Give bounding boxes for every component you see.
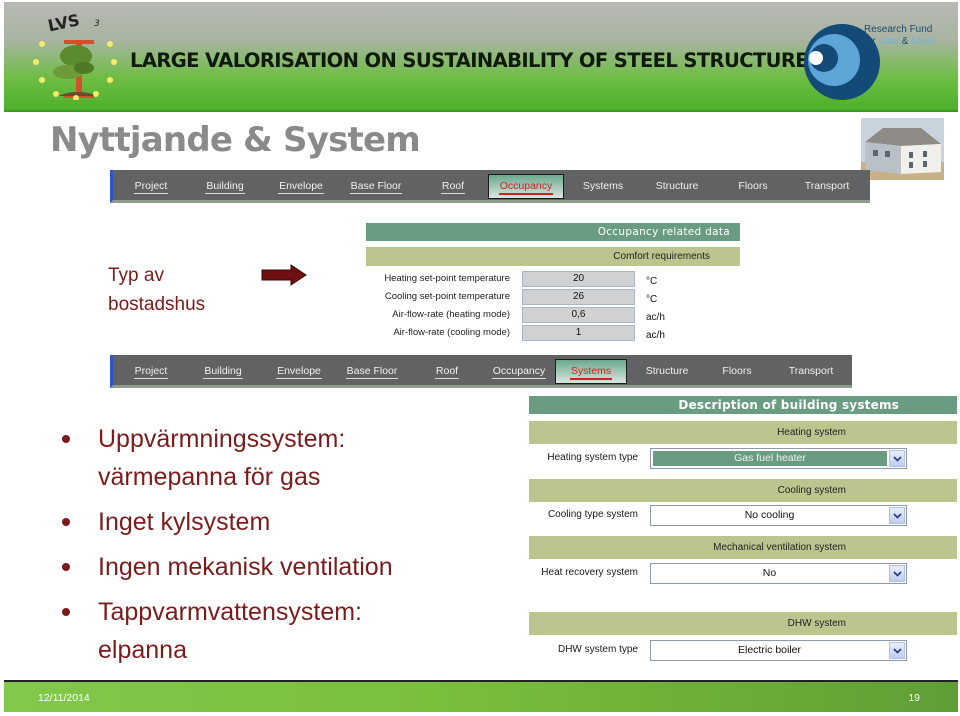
mechanical-ventilation-header: Mechanical ventilation system <box>529 536 957 559</box>
annotation-line2: bostadshus <box>108 294 206 315</box>
occupancy-row: Heating set-point temperature 20 °C <box>370 271 770 287</box>
occupancy-row: Air-flow-rate (cooling mode) 1 ac/h <box>370 325 770 341</box>
tab-structure[interactable]: Structure <box>639 361 695 383</box>
research-fund-label: Research Fund for Coal & Steel <box>864 24 934 48</box>
select-value: No cooling <box>744 509 795 521</box>
tab-project[interactable]: Project <box>129 361 173 383</box>
svg-text:LVS: LVS <box>46 10 81 35</box>
bullet-item: Uppvärmningssystem: värmepanna för gas <box>62 420 502 496</box>
cooling-type-label: Cooling type system <box>547 509 638 520</box>
airflow-cooling-input[interactable]: 1 <box>522 325 635 341</box>
heating-system-type-select[interactable]: Gas fuel heater <box>650 448 907 469</box>
page-number: 19 <box>908 692 920 704</box>
tab-systems[interactable]: Systems <box>579 176 627 198</box>
bullet-icon <box>62 435 70 443</box>
unit-label: ac/h <box>646 330 665 341</box>
tab-systems[interactable]: Systems <box>555 359 627 384</box>
tab-transport[interactable]: Transport <box>799 176 855 198</box>
tab-occupancy[interactable]: Occupancy <box>488 174 564 199</box>
svg-text:3: 3 <box>94 19 100 29</box>
ventilation-row: Heat recovery system No <box>530 562 960 584</box>
tab-floors[interactable]: Floors <box>717 361 757 383</box>
tab-structure[interactable]: Structure <box>649 176 705 198</box>
unit-label: °C <box>646 294 658 305</box>
heating-system-header: Heating system <box>529 421 957 444</box>
occupancy-row: Air-flow-rate (heating mode) 0,6 ac/h <box>370 307 770 323</box>
nav-tabs-bottom: Project Building Envelope Base Floor Roo… <box>110 355 852 388</box>
cooling-setpoint-label: Cooling set-point temperature <box>384 291 510 302</box>
bullet-text: Inget kylsystem <box>98 508 271 536</box>
airflow-heating-label: Air-flow-rate (heating mode) <box>392 309 510 320</box>
bullet-item: Ingen mekanisk ventilation <box>62 548 502 586</box>
tab-base-floor[interactable]: Base Floor <box>341 361 403 383</box>
comfort-requirements-header: Comfort requirements <box>366 247 740 266</box>
select-value: Gas fuel heater <box>653 451 887 466</box>
heat-recovery-select[interactable]: No <box>650 563 907 584</box>
bullet-icon <box>62 563 70 571</box>
cooling-system-row: Cooling type system No cooling <box>530 504 960 526</box>
select-value: Electric boiler <box>737 644 802 656</box>
heating-system-row: Heating system type Gas fuel heater <box>530 447 960 469</box>
tab-envelope[interactable]: Envelope <box>271 361 327 383</box>
tab-envelope[interactable]: Envelope <box>273 176 329 198</box>
bullet-text: Tappvarmvattensystem: elpanna <box>98 598 362 664</box>
bullet-text: Uppvärmningssystem: värmepanna för gas <box>98 425 346 491</box>
tab-roof[interactable]: Roof <box>433 176 473 198</box>
tab-project[interactable]: Project <box>129 176 173 198</box>
chevron-down-icon[interactable] <box>889 642 905 659</box>
nav-tabs-top: Project Building Envelope Base Floor Roo… <box>110 170 870 203</box>
bullet-icon <box>62 518 70 526</box>
dhw-system-type-select[interactable]: Electric boiler <box>650 640 907 661</box>
footer-date: 12/11/2014 <box>38 692 90 704</box>
dwelling-type-annotation: Typ av bostadshus <box>108 261 205 319</box>
cooling-type-select[interactable]: No cooling <box>650 505 907 526</box>
dhw-system-type-label: DHW system type <box>557 644 638 655</box>
dhw-system-header: DHW system <box>529 612 957 635</box>
cooling-system-header: Cooling system <box>529 479 957 502</box>
bullet-text: Ingen mekanisk ventilation <box>98 553 393 581</box>
select-value: No <box>762 567 777 579</box>
fund-line2: for Coal & Steel <box>864 36 935 47</box>
fund-line1: Research Fund <box>864 24 933 35</box>
heating-system-type-label: Heating system type <box>547 452 638 463</box>
tab-floors[interactable]: Floors <box>733 176 773 198</box>
right-arrow-icon <box>261 264 307 286</box>
heating-setpoint-label: Heating set-point temperature <box>384 273 510 284</box>
banner-title: LARGE VALORISATION ON SUSTAINABILITY OF … <box>130 49 822 72</box>
airflow-cooling-label: Air-flow-rate (cooling mode) <box>393 327 510 338</box>
chevron-down-icon[interactable] <box>889 450 905 467</box>
tab-occupancy[interactable]: Occupancy <box>489 361 549 383</box>
bullet-list: Uppvärmningssystem: värmepanna för gas I… <box>62 420 502 676</box>
bullet-item: Tappvarmvattensystem: elpanna <box>62 593 502 669</box>
house-photo <box>861 118 944 180</box>
footer-bar: 12/11/2014 19 <box>4 680 958 712</box>
tab-building[interactable]: Building <box>199 361 247 383</box>
tab-transport[interactable]: Transport <box>783 361 839 383</box>
annotation-line1: Typ av <box>108 265 164 286</box>
slide-title: Nyttjande & System <box>50 120 421 160</box>
bullet-item: Inget kylsystem <box>62 503 502 541</box>
tab-building[interactable]: Building <box>201 176 249 198</box>
building-systems-header: Description of building systems <box>529 396 957 414</box>
heating-setpoint-input[interactable]: 20 <box>522 271 635 287</box>
occupancy-section-header: Occupancy related data <box>366 223 740 241</box>
chevron-down-icon[interactable] <box>889 507 905 524</box>
heat-recovery-label: Heat recovery system <box>541 567 638 578</box>
unit-label: ac/h <box>646 312 665 323</box>
header-banner: LVS 3 LARGE VALORISATION ON SUSTAINABILI… <box>4 2 958 112</box>
lvs3-logo-icon: LVS 3 <box>33 10 117 100</box>
dhw-row: DHW system type Electric boiler <box>530 639 960 661</box>
cooling-setpoint-input[interactable]: 26 <box>522 289 635 305</box>
airflow-heating-input[interactable]: 0,6 <box>522 307 635 323</box>
bullet-icon <box>62 608 70 616</box>
chevron-down-icon[interactable] <box>889 565 905 582</box>
tab-roof[interactable]: Roof <box>427 361 467 383</box>
tab-base-floor[interactable]: Base Floor <box>345 176 407 198</box>
occupancy-row: Cooling set-point temperature 26 °C <box>370 289 770 305</box>
unit-label: °C <box>646 276 658 287</box>
